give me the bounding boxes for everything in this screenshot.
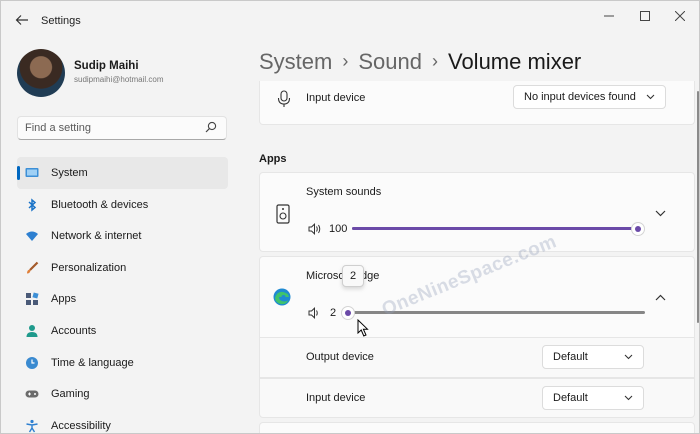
minimize-button[interactable] [593, 7, 625, 29]
profile-email: sudipmaihi@hotmail.com [74, 75, 164, 84]
back-arrow-icon [15, 15, 28, 25]
input-device-select[interactable]: No input devices found [513, 85, 666, 109]
chevron-down-icon[interactable] [655, 210, 666, 217]
close-button[interactable] [664, 7, 696, 29]
app-title: Settings [41, 15, 81, 27]
apps-section-title: Apps [259, 153, 287, 165]
microphone-icon [277, 90, 291, 107]
volume-high-icon[interactable] [308, 223, 322, 235]
sidebar-item-label: Gaming [51, 388, 90, 401]
input-device-label: Input device [306, 92, 366, 104]
search-icon [205, 121, 217, 133]
input-device-row: Input device Default [259, 378, 695, 418]
brush-icon [27, 261, 39, 274]
person-icon [26, 324, 38, 337]
back-button[interactable] [11, 9, 33, 31]
sidebar-item-system[interactable]: System [17, 157, 228, 189]
sidebar-item-accessibility[interactable]: Accessibility [17, 410, 228, 433]
system-sounds-slider-thumb[interactable] [631, 222, 645, 236]
apps-icon [26, 292, 39, 306]
minimize-icon [604, 15, 614, 17]
input-device-card: Input device No input devices found [259, 81, 695, 125]
sidebar-item-network[interactable]: Network & internet [17, 220, 228, 252]
avatar[interactable] [17, 49, 65, 97]
edge-volume-value: 2 [330, 307, 337, 319]
sidebar-nav: System Bluetooth & devices Network & int… [17, 157, 228, 433]
sidebar-item-label: Accounts [51, 324, 97, 337]
sidebar-item-label: Apps [51, 293, 77, 306]
chevron-down-icon [646, 94, 655, 100]
accessibility-icon [26, 419, 38, 433]
output-device-value: Default [553, 351, 588, 363]
gamepad-icon [25, 390, 39, 398]
chevron-right-icon: › [342, 51, 349, 71]
system-sounds-slider-fill [352, 227, 638, 230]
sidebar-item-accounts[interactable]: Accounts [17, 315, 228, 347]
monitor-icon [25, 168, 39, 177]
sidebar-item-bluetooth[interactable]: Bluetooth & devices [17, 189, 228, 221]
sidebar-item-time-language[interactable]: Time & language [17, 347, 228, 379]
chevron-down-icon [624, 354, 633, 360]
output-device-label: Output device [306, 351, 374, 363]
edge-logo-icon [273, 288, 291, 306]
input-device-row-select[interactable]: Default [542, 386, 644, 410]
sidebar-item-personalization[interactable]: Personalization [17, 252, 228, 284]
settings-window: Settings Sudip Maihi sudipmaihi@hotmail.… [1, 1, 699, 433]
breadcrumb: System › Sound › Volume mixer [259, 49, 581, 75]
input-device-value: No input devices found [524, 91, 636, 103]
sidebar-item-label: Bluetooth & devices [51, 198, 149, 211]
edge-slider-thumb[interactable] [341, 306, 356, 320]
sidebar-item-label: Accessibility [51, 419, 111, 432]
scrollbar[interactable] [697, 91, 699, 323]
profile-name: Sudip Maihi [74, 60, 139, 72]
volume-low-icon[interactable] [308, 307, 320, 319]
input-device-row-label: Input device [306, 392, 366, 404]
sidebar-item-label: Personalization [51, 261, 127, 274]
bluetooth-icon [28, 197, 37, 212]
close-icon [674, 10, 686, 22]
system-sounds-card: System sounds 100 [259, 172, 695, 252]
sidebar-item-label: System [51, 167, 88, 179]
wifi-icon [26, 231, 38, 242]
title-bar: Settings [1, 1, 699, 35]
system-sounds-volume-value: 100 [329, 223, 348, 235]
chevron-down-icon [624, 395, 633, 401]
search-input[interactable]: Find a setting [17, 116, 227, 140]
sidebar-item-apps[interactable]: Apps [17, 283, 228, 315]
maximize-icon [640, 11, 650, 21]
output-device-select[interactable]: Default [542, 345, 644, 369]
chevron-right-icon: › [431, 51, 438, 71]
breadcrumb-sound[interactable]: Sound [358, 49, 422, 74]
clock-globe-icon [26, 356, 38, 369]
volume-tooltip: 2 [342, 265, 364, 287]
maximize-button[interactable] [629, 7, 661, 29]
sidebar-item-gaming[interactable]: Gaming [17, 378, 228, 410]
sidebar-item-label: Time & language [51, 356, 134, 369]
speaker-device-icon [276, 204, 290, 224]
next-card-partial [259, 422, 695, 433]
sidebar-item-label: Network & internet [51, 230, 142, 243]
mouse-cursor-icon [357, 319, 369, 337]
chevron-up-icon[interactable] [655, 294, 666, 301]
page-title: Volume mixer [447, 49, 582, 74]
system-sounds-label: System sounds [306, 186, 382, 198]
breadcrumb-system[interactable]: System [259, 49, 332, 74]
search-placeholder: Find a setting [25, 122, 92, 134]
input-device-row-value: Default [553, 392, 588, 404]
output-device-row: Output device Default [259, 338, 695, 378]
